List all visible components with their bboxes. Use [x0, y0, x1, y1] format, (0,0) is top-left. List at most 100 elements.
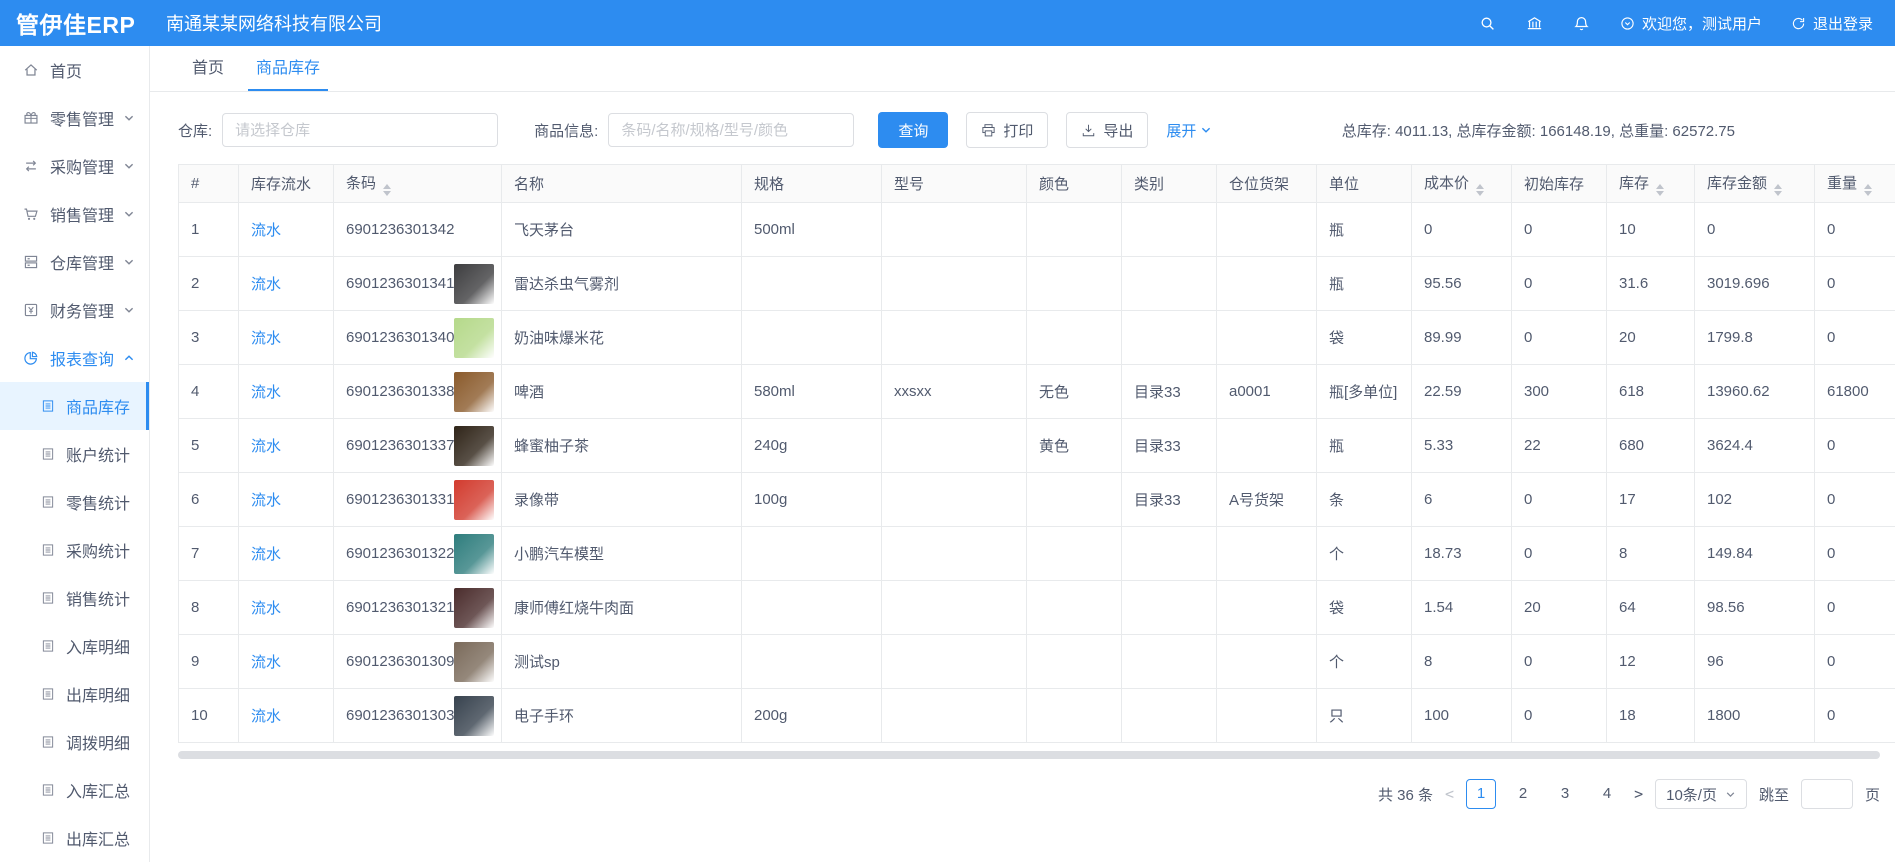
sidebar-item-warehouse[interactable]: 仓库管理 — [0, 238, 149, 286]
prev-page-button[interactable]: < — [1445, 785, 1454, 803]
table-row: 6 流水 6901236301331 录像带 100g 目录33 A号货架 条 … — [179, 473, 1895, 527]
cell-barcode: 6901236301303 — [334, 689, 502, 743]
cell-name: 啤酒 — [502, 365, 742, 419]
product-info-input[interactable] — [608, 113, 854, 147]
sidebar-item-label: 销售管理 — [50, 202, 114, 226]
sidebar-item-home[interactable]: 首页 — [0, 46, 149, 94]
search-icon[interactable] — [1478, 14, 1497, 33]
jump-page-input[interactable] — [1801, 779, 1853, 809]
flow-link[interactable]: 流水 — [251, 222, 281, 239]
sidebar-item-sale[interactable]: 销售管理 — [0, 190, 149, 238]
sidebar-subitem-outbound-summary[interactable]: 出库汇总 — [0, 814, 149, 862]
sidebar-subitem-label: 零售统计 — [66, 490, 130, 514]
sidebar-item-retail[interactable]: 零售管理 — [0, 94, 149, 142]
col-header-barcode[interactable]: 条码 — [334, 165, 502, 203]
cell-init-stock: 22 — [1512, 419, 1607, 473]
flow-link[interactable]: 流水 — [251, 708, 281, 725]
next-page-button[interactable]: > — [1634, 785, 1643, 803]
col-header-cost[interactable]: 成本价 — [1412, 165, 1512, 203]
flow-link[interactable]: 流水 — [251, 654, 281, 671]
logout-text: 退出登录 — [1813, 13, 1873, 34]
cell-spec: 200g — [742, 689, 882, 743]
doc-icon — [40, 782, 56, 798]
logout-button[interactable]: 退出登录 — [1790, 13, 1873, 34]
flow-link[interactable]: 流水 — [251, 492, 281, 509]
tab-product-stock[interactable]: 商品库存 — [240, 46, 336, 91]
expand-link[interactable]: 展开 — [1166, 120, 1212, 141]
sort-carets-icon[interactable] — [1774, 184, 1782, 196]
page-size-select[interactable]: 10条/页 — [1655, 779, 1747, 809]
sidebar-subitem-purchase-stats[interactable]: 采购统计 — [0, 526, 149, 574]
sidebar-subitem-label: 账户统计 — [66, 442, 130, 466]
cell-index: 9 — [179, 635, 239, 689]
cell-category — [1122, 257, 1217, 311]
app-logo: 管伊佳ERP — [0, 6, 150, 40]
sidebar-subitem-inbound-detail[interactable]: 入库明细 — [0, 622, 149, 670]
flow-link[interactable]: 流水 — [251, 438, 281, 455]
warehouse-select[interactable] — [222, 113, 498, 147]
sidebar-subitem-retail-stats[interactable]: 零售统计 — [0, 478, 149, 526]
sidebar-item-finance[interactable]: 财务管理 — [0, 286, 149, 334]
cell-flow: 流水 — [239, 527, 334, 581]
export-button[interactable]: 导出 — [1066, 112, 1148, 148]
platform-icon[interactable] — [1525, 14, 1544, 33]
flow-link[interactable]: 流水 — [251, 600, 281, 617]
cell-model — [882, 635, 1027, 689]
page-button-2[interactable]: 2 — [1508, 779, 1538, 809]
doc-icon — [40, 830, 56, 846]
tab-home[interactable]: 首页 — [176, 46, 240, 91]
page-size-value: 10条/页 — [1666, 784, 1717, 805]
cell-stock: 64 — [1607, 581, 1695, 635]
chevron-down-icon — [123, 112, 135, 124]
jump-suffix: 页 — [1865, 784, 1880, 805]
cell-flow: 流水 — [239, 203, 334, 257]
sidebar-subitem-outbound-detail[interactable]: 出库明细 — [0, 670, 149, 718]
sort-carets-icon[interactable] — [1476, 184, 1484, 196]
sidebar-subitem-account-stats[interactable]: 账户统计 — [0, 430, 149, 478]
cell-stock: 10 — [1607, 203, 1695, 257]
sidebar-subitem-product-stock[interactable]: 商品库存 — [0, 382, 149, 430]
cell-barcode: 6901236301331 — [334, 473, 502, 527]
cell-spec — [742, 635, 882, 689]
flow-link[interactable]: 流水 — [251, 384, 281, 401]
cell-name: 蜂蜜柚子茶 — [502, 419, 742, 473]
product-info-label: 商品信息: — [534, 120, 598, 141]
sort-carets-icon[interactable] — [1656, 184, 1664, 196]
col-header-stock[interactable]: 库存 — [1607, 165, 1695, 203]
cell-name: 测试sp — [502, 635, 742, 689]
topbar-actions: 欢迎您，测试用户 退出登录 — [1478, 13, 1895, 34]
page-button-1[interactable]: 1 — [1466, 779, 1496, 809]
cell-init-stock: 0 — [1512, 527, 1607, 581]
col-header-stock_amount[interactable]: 库存金额 — [1695, 165, 1815, 203]
cell-index: 3 — [179, 311, 239, 365]
welcome-text: 欢迎您，测试用户 — [1642, 13, 1762, 34]
search-button[interactable]: 查询 — [878, 112, 948, 148]
horizontal-scrollbar[interactable] — [178, 751, 1880, 759]
flow-link[interactable]: 流水 — [251, 546, 281, 563]
sidebar-subitem-inbound-summary[interactable]: 入库汇总 — [0, 766, 149, 814]
cell-category: 目录33 — [1122, 419, 1217, 473]
cell-color — [1027, 203, 1122, 257]
product-thumbnail — [454, 372, 494, 412]
cell-barcode: 6901236301337 — [334, 419, 502, 473]
welcome-user-menu[interactable]: 欢迎您，测试用户 — [1619, 13, 1762, 34]
sidebar-subitem-transfer-detail[interactable]: 调拨明细 — [0, 718, 149, 766]
print-button[interactable]: 打印 — [966, 112, 1048, 148]
sidebar-item-report[interactable]: 报表查询 — [0, 334, 149, 382]
sort-carets-icon[interactable] — [383, 184, 391, 196]
bell-icon[interactable] — [1572, 14, 1591, 33]
cell-shelf — [1217, 203, 1317, 257]
sidebar-subitem-sale-stats[interactable]: 销售统计 — [0, 574, 149, 622]
page-button-4[interactable]: 4 — [1592, 779, 1622, 809]
page-button-3[interactable]: 3 — [1550, 779, 1580, 809]
sidebar-item-purchase[interactable]: 采购管理 — [0, 142, 149, 190]
cell-unit: 瓶 — [1317, 203, 1412, 257]
sort-carets-icon[interactable] — [1864, 184, 1872, 196]
cell-init-stock: 0 — [1512, 311, 1607, 365]
cell-name: 电子手环 — [502, 689, 742, 743]
col-header-weight[interactable]: 重量 — [1815, 165, 1895, 203]
table-row: 7 流水 6901236301322 小鹏汽车模型 个 18.73 0 8 14… — [179, 527, 1895, 581]
flow-link[interactable]: 流水 — [251, 276, 281, 293]
flow-link[interactable]: 流水 — [251, 330, 281, 347]
cell-index: 2 — [179, 257, 239, 311]
